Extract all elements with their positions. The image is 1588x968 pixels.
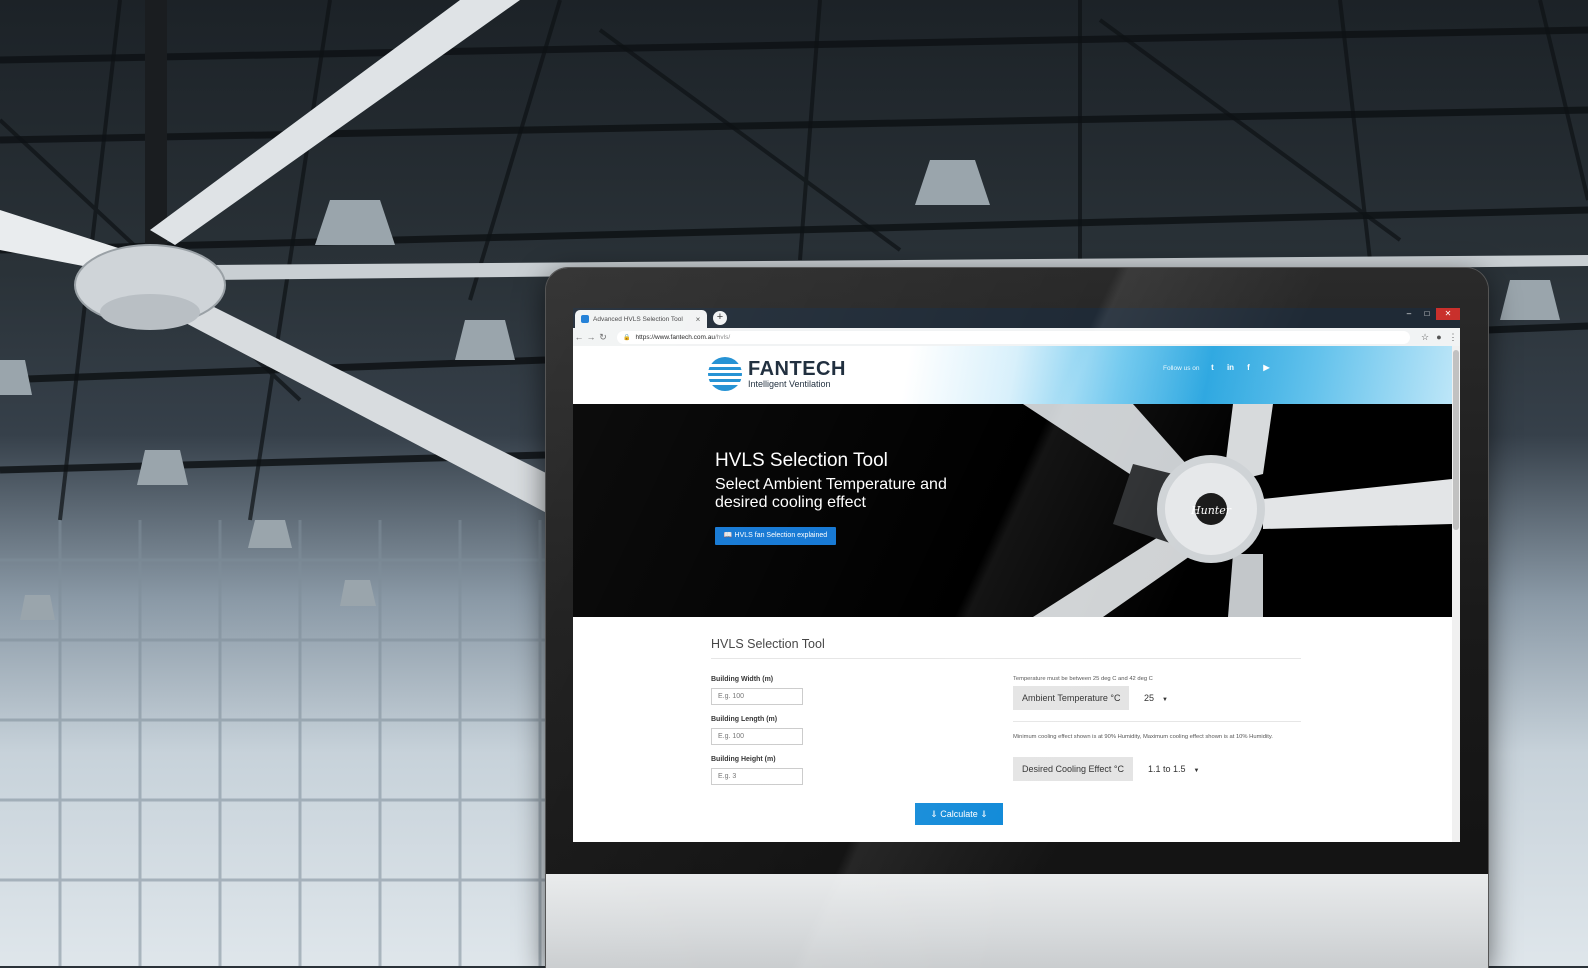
browser-tab-bar: Advanced HVLS Selection Tool × + – □ ✕ <box>573 308 1460 328</box>
menu-dots-icon[interactable]: ⋮ <box>1446 332 1460 343</box>
monitor-chin <box>546 874 1488 968</box>
fantech-logo-icon <box>708 357 742 391</box>
close-tab-icon[interactable]: × <box>693 315 703 324</box>
minimize-icon[interactable]: – <box>1400 308 1418 320</box>
url-host: https://www.fantech.com.au <box>635 333 715 341</box>
window-controls: – □ ✕ <box>1400 308 1460 322</box>
selection-explained-button[interactable]: 📖 HVLS fan Selection explained <box>715 527 836 545</box>
favicon-icon <box>581 315 589 323</box>
form-title: HVLS Selection Tool <box>711 637 825 651</box>
building-height-input[interactable] <box>711 768 803 785</box>
new-tab-button[interactable]: + <box>713 311 727 325</box>
building-length-input[interactable] <box>711 728 803 745</box>
ambient-temperature-label: Ambient Temperature °C <box>1013 686 1130 710</box>
calculate-button[interactable]: ⇓ Calculate ⇓ <box>915 803 1003 825</box>
width-label: Building Width (m) <box>711 676 774 683</box>
page-scrollbar[interactable] <box>1452 346 1460 842</box>
follow-label: Follow us on <box>1163 364 1200 372</box>
logo-tagline: Intelligent Ventilation <box>748 378 831 389</box>
bookmark-star-icon[interactable]: ☆ <box>1418 332 1432 343</box>
back-arrow-icon[interactable]: ← <box>573 332 585 342</box>
length-label: Building Length (m) <box>711 716 778 723</box>
ambient-temperature-select[interactable]: 25 ▼ <box>1144 686 1168 712</box>
maximize-icon[interactable]: □ <box>1418 308 1436 320</box>
reload-icon[interactable]: ↻ <box>597 332 609 343</box>
cooling-effect-select[interactable]: 1.1 to 1.5 ▼ <box>1148 757 1199 783</box>
cooling-effect-label: Desired Cooling Effect °C <box>1013 757 1133 781</box>
hunter-logo: Hunter <box>1190 504 1232 517</box>
hvls-fan-image: Hunter <box>1023 404 1452 617</box>
web-page: FANTECH Intelligent Ventilation Follow u… <box>573 346 1452 842</box>
browser-toolbar: ← → ↻ 🔒 https://www.fantech.com.au/hvls/… <box>573 328 1460 347</box>
close-window-icon[interactable]: ✕ <box>1436 308 1460 320</box>
form-divider <box>711 658 1301 659</box>
forward-arrow-icon[interactable]: → <box>585 332 597 342</box>
account-icon[interactable]: ● <box>1432 332 1446 342</box>
facebook-icon[interactable]: f <box>1244 363 1254 373</box>
hero-banner: Hunter HVLS Selection Tool Select Ambien… <box>573 404 1452 617</box>
linkedin-icon[interactable]: in <box>1226 363 1236 373</box>
fantech-logo[interactable]: FANTECH Intelligent Ventilation <box>706 355 846 393</box>
social-links: Follow us on t in f ▶ <box>1163 363 1272 373</box>
building-width-input[interactable] <box>711 688 803 705</box>
scrollbar-thumb[interactable] <box>1453 350 1459 530</box>
section-divider <box>1013 721 1301 722</box>
ambient-temperature-value: 25 <box>1144 693 1155 703</box>
monitor: Advanced HVLS Selection Tool × + – □ ✕ ←… <box>546 268 1488 968</box>
site-header: FANTECH Intelligent Ventilation Follow u… <box>573 346 1452 404</box>
chevron-down-icon: ▼ <box>1162 697 1168 703</box>
cooling-note: Minimum cooling effect shown is at 90% H… <box>1013 734 1273 740</box>
chevron-down-icon: ▼ <box>1193 768 1200 774</box>
twitter-icon[interactable]: t <box>1208 363 1218 373</box>
lock-icon: 🔒 <box>623 334 631 341</box>
address-bar[interactable]: 🔒 https://www.fantech.com.au/hvls/ <box>617 330 1410 344</box>
hero-title: HVLS Selection Tool <box>715 450 888 471</box>
url-path: /hvls/ <box>714 333 731 341</box>
browser-tab[interactable]: Advanced HVLS Selection Tool × <box>575 310 707 328</box>
height-label: Building Height (m) <box>711 756 776 763</box>
cooling-effect-value: 1.1 to 1.5 <box>1148 764 1186 774</box>
tab-title: Advanced HVLS Selection Tool <box>593 315 683 323</box>
youtube-icon[interactable]: ▶ <box>1262 363 1272 373</box>
temperature-note: Temperature must be between 25 deg C and… <box>1013 676 1153 682</box>
browser-window: Advanced HVLS Selection Tool × + – □ ✕ ←… <box>573 308 1460 842</box>
hero-subtitle: Select Ambient Temperature and desired c… <box>715 476 947 511</box>
logo-name: FANTECH <box>748 357 846 380</box>
